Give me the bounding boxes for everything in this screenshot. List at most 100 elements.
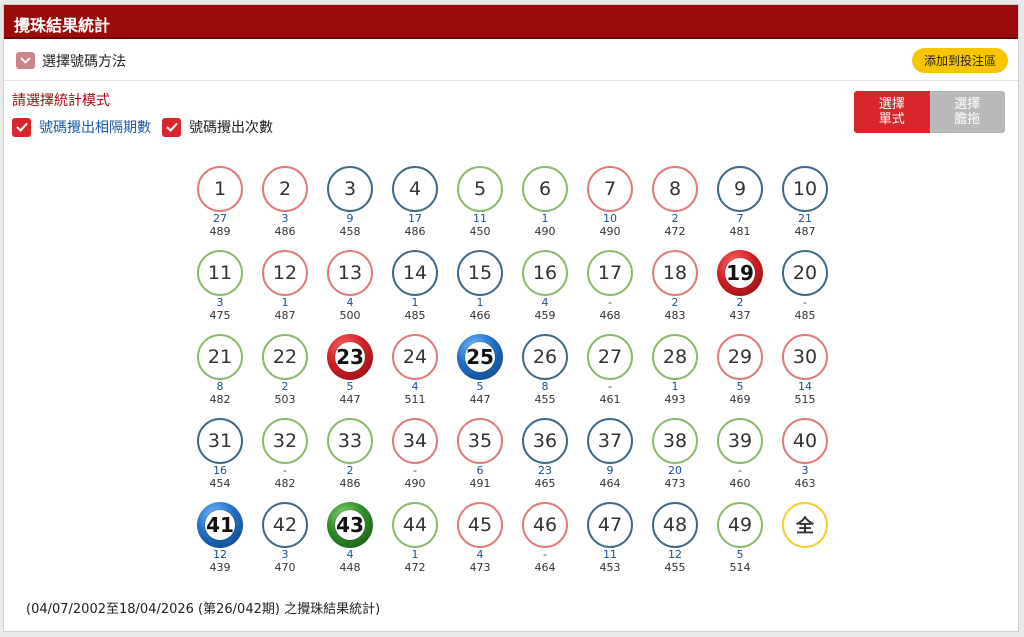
ball-gap-stat: 3	[801, 464, 809, 477]
ball-count-stat: 472	[664, 225, 686, 238]
ball-number: 42	[272, 514, 298, 536]
number-ball[interactable]: 31	[197, 418, 243, 464]
number-ball[interactable]: 24	[392, 334, 438, 380]
number-ball[interactable]: 19	[717, 250, 763, 296]
ball-number: 18	[662, 262, 688, 284]
ball-count-stat: 491	[469, 477, 491, 490]
number-ball[interactable]: 43	[327, 502, 373, 548]
number-ball[interactable]: 34	[392, 418, 438, 464]
ball-gap-stat: -	[543, 548, 547, 561]
ball-number: 35	[467, 430, 493, 452]
ball-count-stat: 482	[209, 393, 231, 406]
ball-gap-stat: 16	[213, 464, 227, 477]
ball-gap-stat: -	[608, 380, 612, 393]
number-ball[interactable]: 7	[587, 166, 633, 212]
number-ball[interactable]: 13	[327, 250, 373, 296]
number-ball[interactable]: 42	[262, 502, 308, 548]
ball-gap-stat: 4	[541, 296, 549, 309]
number-ball[interactable]: 2	[262, 166, 308, 212]
ball-gap-stat: 11	[603, 548, 617, 561]
number-ball[interactable]: 12	[262, 250, 308, 296]
ball-number: 24	[402, 346, 428, 368]
number-ball[interactable]: 3	[327, 166, 373, 212]
number-ball[interactable]: 25	[457, 334, 503, 380]
number-ball[interactable]: 15	[457, 250, 503, 296]
number-ball[interactable]: 9	[717, 166, 763, 212]
ball-count-stat: 503	[274, 393, 296, 406]
number-ball[interactable]: 14	[392, 250, 438, 296]
number-ball[interactable]: 32	[262, 418, 308, 464]
number-ball[interactable]: 5	[457, 166, 503, 212]
ball-gap-stat: -	[283, 464, 287, 477]
number-ball[interactable]: 17	[587, 250, 633, 296]
ball-gap-stat: -	[803, 296, 807, 309]
ball-number: 23	[335, 342, 365, 372]
number-ball[interactable]: 6	[522, 166, 568, 212]
ball-number: 17	[597, 262, 623, 284]
number-ball[interactable]: 35	[457, 418, 503, 464]
number-ball[interactable]: 20	[782, 250, 828, 296]
number-ball[interactable]: 22	[262, 334, 308, 380]
ball-number: 13	[337, 262, 363, 284]
number-ball[interactable]: 26	[522, 334, 568, 380]
ball-gap-stat: 2	[281, 380, 289, 393]
ball-count-stat: 486	[339, 477, 361, 490]
number-ball[interactable]: 40	[782, 418, 828, 464]
number-ball[interactable]: 46	[522, 502, 568, 548]
number-ball[interactable]: 41	[197, 502, 243, 548]
number-ball[interactable]: 44	[392, 502, 438, 548]
number-ball[interactable]: 1	[197, 166, 243, 212]
ball-gap-stat: 2	[736, 296, 744, 309]
ball-count-stat: 460	[729, 477, 751, 490]
ball-count-stat: 515	[794, 393, 816, 406]
number-ball[interactable]: 36	[522, 418, 568, 464]
ball-count-stat: 464	[534, 561, 556, 574]
number-ball[interactable]: 8	[652, 166, 698, 212]
number-ball[interactable]: 4	[392, 166, 438, 212]
number-ball[interactable]: 37	[587, 418, 633, 464]
number-ball[interactable]: 21	[197, 334, 243, 380]
ball-number: 21	[207, 346, 233, 368]
ball-count-stat: 493	[664, 393, 686, 406]
number-ball[interactable]: 23	[327, 334, 373, 380]
ball-count-stat: 514	[729, 561, 751, 574]
ball-number: 44	[402, 514, 428, 536]
number-ball[interactable]: 18	[652, 250, 698, 296]
ball-count-stat: 490	[404, 477, 426, 490]
number-ball[interactable]: 38	[652, 418, 698, 464]
number-ball[interactable]: 45	[457, 502, 503, 548]
ball-gap-stat: -	[413, 464, 417, 477]
ball-gap-stat: 1	[411, 548, 419, 561]
number-ball[interactable]: 47	[587, 502, 633, 548]
ball-gap-stat: 5	[736, 380, 744, 393]
number-ball[interactable]: 49	[717, 502, 763, 548]
number-ball[interactable]: 30	[782, 334, 828, 380]
ball-number: 48	[662, 514, 688, 536]
ball-gap-stat: 5	[346, 380, 354, 393]
ball-count-stat: 447	[339, 393, 361, 406]
ball-gap-stat: 1	[671, 380, 679, 393]
number-ball[interactable]: 11	[197, 250, 243, 296]
number-ball[interactable]: 39	[717, 418, 763, 464]
ball-gap-stat: 9	[606, 464, 614, 477]
ball-count-stat: 448	[339, 561, 361, 574]
ball-gap-stat: 1	[476, 296, 484, 309]
number-ball[interactable]: 33	[327, 418, 373, 464]
ball-number: 全	[796, 516, 814, 537]
ball-number: 15	[467, 262, 493, 284]
ball-number: 12	[272, 262, 298, 284]
number-ball[interactable]: 10	[782, 166, 828, 212]
ball-count-stat: 470	[274, 561, 296, 574]
number-ball[interactable]: 27	[587, 334, 633, 380]
number-ball[interactable]: 28	[652, 334, 698, 380]
number-ball[interactable]: 16	[522, 250, 568, 296]
ball-count-stat: 455	[534, 393, 556, 406]
number-ball[interactable]: 29	[717, 334, 763, 380]
ball-count-stat: 472	[404, 561, 426, 574]
ball-count-stat: 453	[599, 561, 621, 574]
ball-number: 34	[402, 430, 428, 452]
number-ball[interactable]: 48	[652, 502, 698, 548]
select-all-ball[interactable]: 全	[782, 502, 828, 548]
ball-number: 33	[337, 430, 363, 452]
ball-gap-stat: 5	[736, 548, 744, 561]
